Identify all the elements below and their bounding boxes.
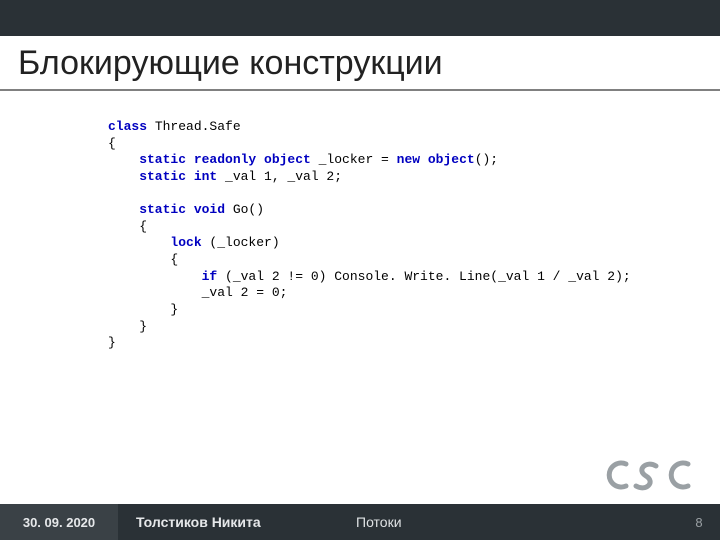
code-text: Thread.Safe [147, 119, 241, 134]
footer-topic: Потоки [338, 504, 678, 540]
code-text: _val 1, _val 2; [217, 169, 342, 184]
code-text: } [108, 335, 116, 350]
code-block: class Thread.Safe { static readonly obje… [108, 119, 700, 352]
code-kw: static void [108, 202, 225, 217]
code-text: _val 2 = 0; [108, 285, 287, 300]
code-text: } [108, 319, 147, 334]
code-kw: class [108, 119, 147, 134]
code-kw: static int [108, 169, 217, 184]
csc-logo [602, 454, 698, 496]
code-text: (); [475, 152, 498, 167]
code-kw: static readonly object [108, 152, 311, 167]
title-bar [0, 0, 720, 36]
code-kw: if [108, 269, 217, 284]
code-text: { [108, 136, 116, 151]
footer-page-number: 8 [678, 504, 720, 540]
footer-date: 30. 09. 2020 [0, 504, 118, 540]
slide-title: Блокирующие конструкции [0, 36, 720, 83]
footer-bar: 30. 09. 2020 Толстиков Никита Потоки 8 [0, 504, 720, 540]
code-text: (_val 2 != 0) Console. Write. Line(_val … [217, 269, 630, 284]
code-kw: lock [108, 235, 202, 250]
footer-author: Толстиков Никита [118, 504, 338, 540]
code-text: { [108, 219, 147, 234]
code-text: _locker = [311, 152, 397, 167]
slide: Блокирующие конструкции class Thread.Saf… [0, 0, 720, 540]
code-text: (_locker) [202, 235, 280, 250]
code-kw: new object [397, 152, 475, 167]
code-text: { [108, 252, 178, 267]
content-area: class Thread.Safe { static readonly obje… [0, 91, 720, 352]
code-text: } [108, 302, 178, 317]
code-text: Go() [225, 202, 264, 217]
